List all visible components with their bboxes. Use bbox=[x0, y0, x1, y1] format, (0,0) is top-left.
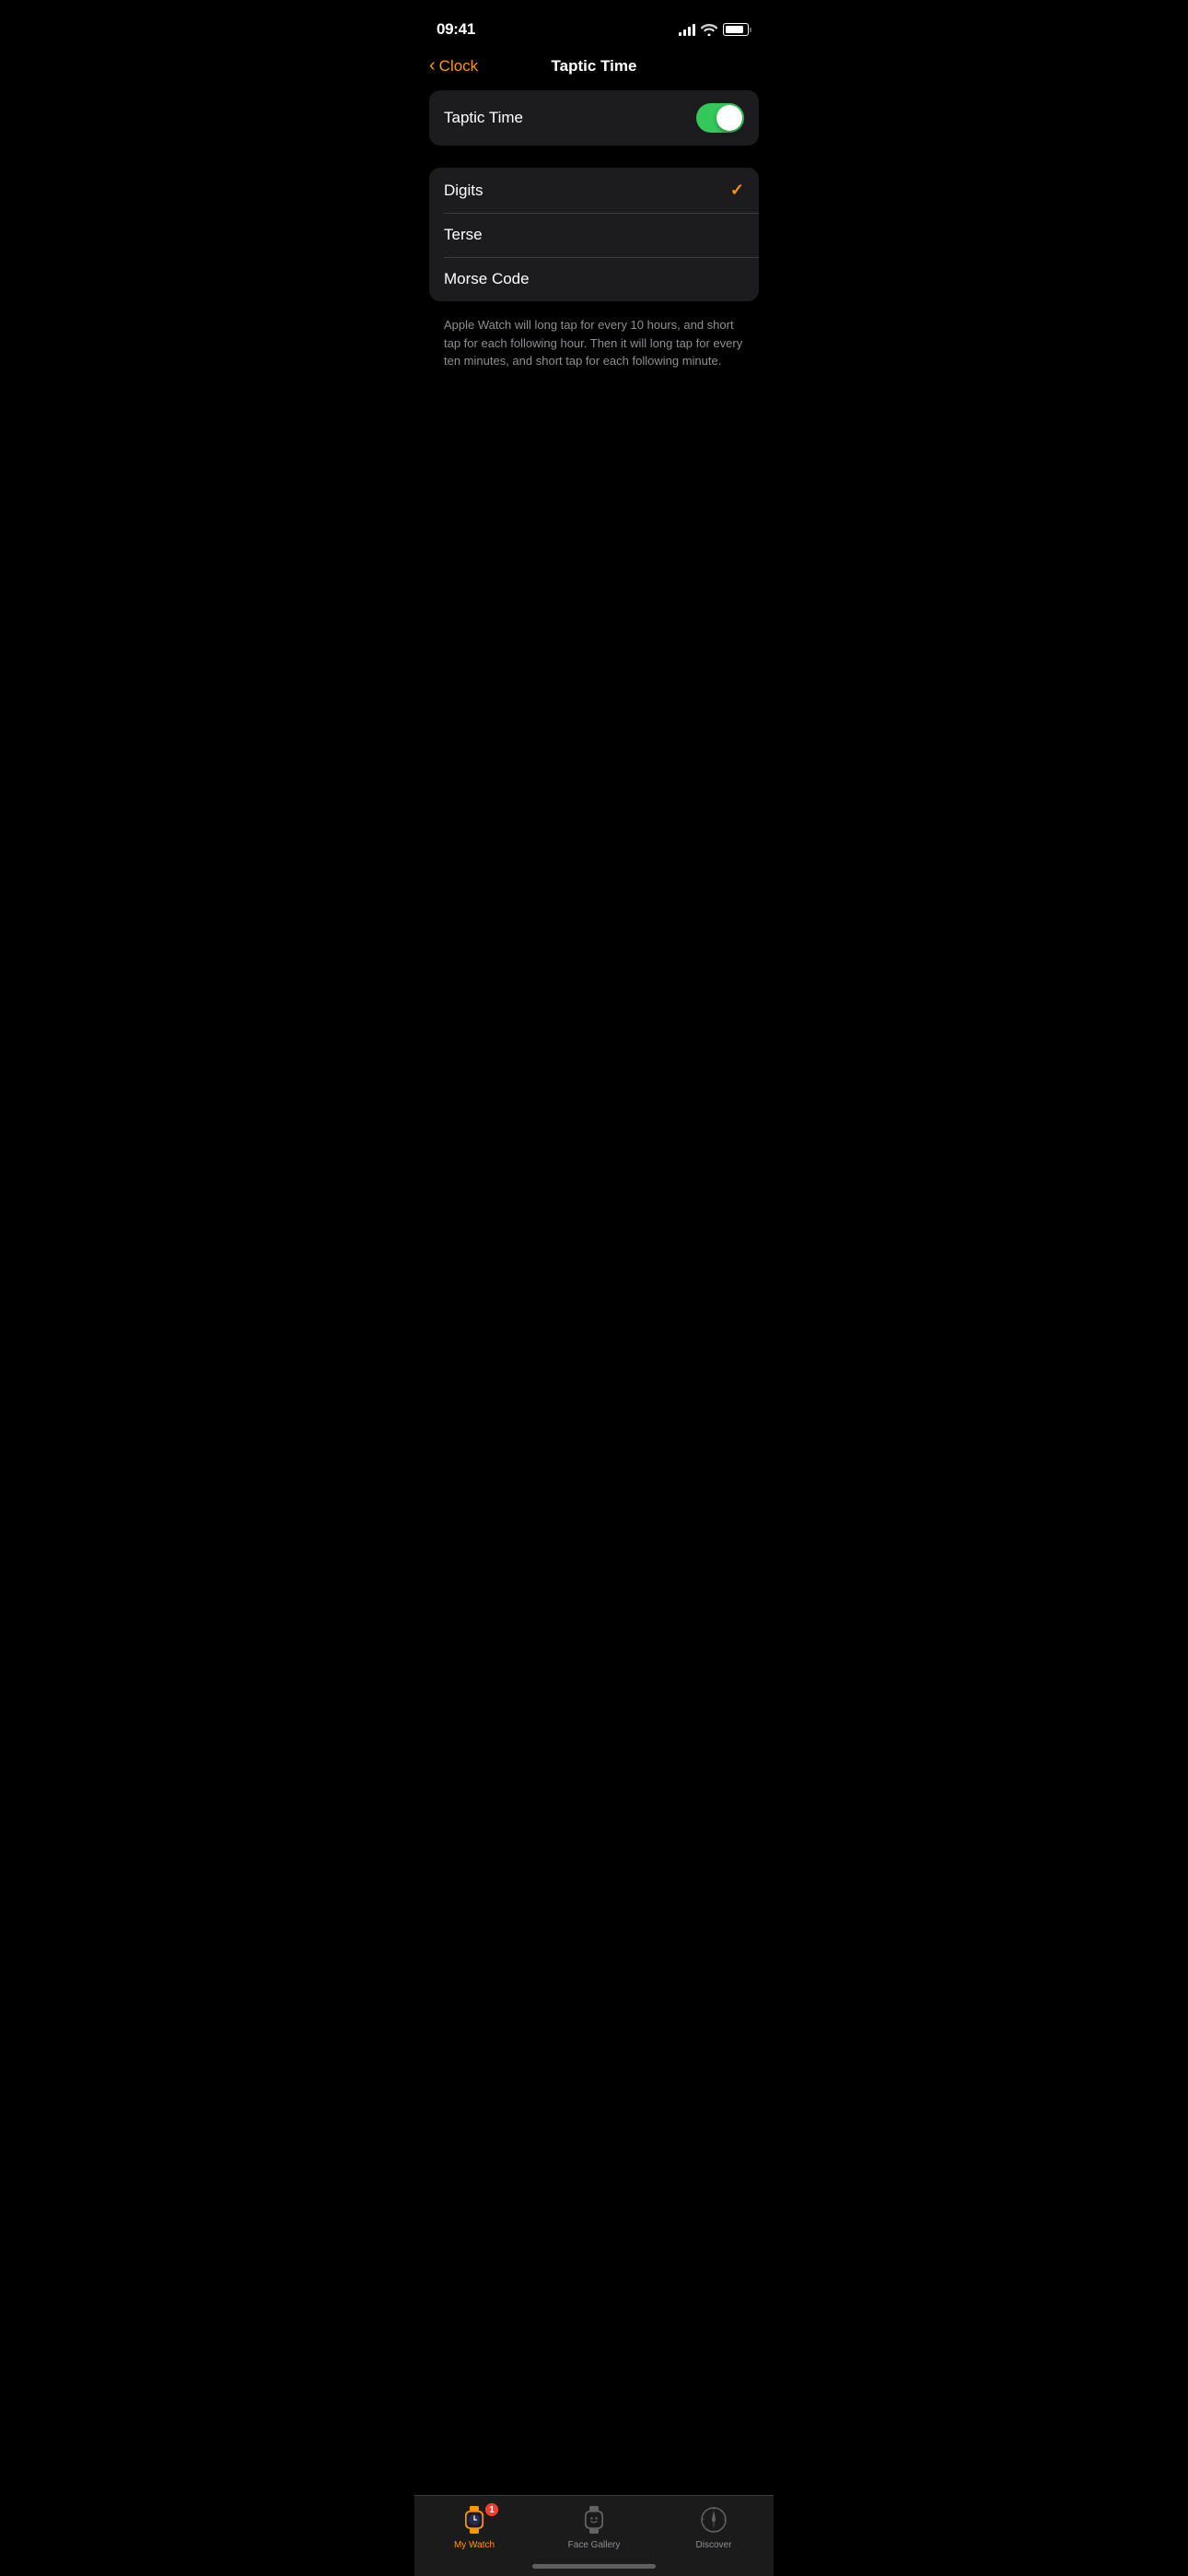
option-terse[interactable]: Terse bbox=[429, 213, 759, 257]
checkmark-icon: ✓ bbox=[730, 181, 744, 200]
toggle-section: Taptic Time bbox=[429, 90, 759, 146]
back-button[interactable]: ‹ Clock bbox=[429, 56, 478, 76]
page-title: Taptic Time bbox=[552, 57, 637, 76]
my-watch-icon-container: 1 bbox=[452, 2503, 496, 2536]
options-section: Digits ✓ Terse Morse Code bbox=[429, 168, 759, 301]
my-watch-badge: 1 bbox=[483, 2501, 500, 2518]
tab-face-gallery-label: Face Gallery bbox=[568, 2540, 621, 2550]
signal-icon bbox=[679, 23, 695, 36]
svg-text:E: E bbox=[723, 2518, 725, 2522]
nav-header: ‹ Clock Taptic Time bbox=[414, 46, 774, 90]
option-terse-label: Terse bbox=[444, 226, 483, 244]
wifi-icon bbox=[701, 23, 717, 36]
discover-icon: N S W E bbox=[701, 2507, 727, 2533]
status-icons bbox=[679, 23, 751, 36]
taptic-toggle-label: Taptic Time bbox=[444, 109, 523, 127]
face-gallery-icon-container bbox=[572, 2503, 616, 2536]
svg-text:W: W bbox=[702, 2518, 705, 2522]
tab-my-watch-label: My Watch bbox=[454, 2540, 495, 2550]
svg-text:N: N bbox=[713, 2507, 715, 2511]
taptic-toggle-switch[interactable] bbox=[696, 103, 744, 133]
svg-text:S: S bbox=[713, 2529, 715, 2533]
discover-icon-container: N S W E bbox=[692, 2503, 736, 2536]
tab-discover[interactable]: N S W E Discover bbox=[677, 2503, 751, 2550]
back-chevron-icon: ‹ bbox=[429, 55, 436, 76]
tab-my-watch[interactable]: 1 My Watch bbox=[437, 2503, 511, 2550]
tab-discover-label: Discover bbox=[696, 2540, 732, 2550]
description-text: Apple Watch will long tap for every 10 h… bbox=[429, 312, 759, 370]
main-content: Taptic Time Digits ✓ Terse Morse Code Ap… bbox=[414, 90, 774, 370]
toggle-knob bbox=[716, 105, 742, 131]
home-indicator bbox=[532, 2564, 656, 2569]
option-digits-label: Digits bbox=[444, 181, 483, 200]
back-label: Clock bbox=[439, 57, 479, 76]
option-morse-code-label: Morse Code bbox=[444, 270, 530, 288]
option-morse-code[interactable]: Morse Code bbox=[429, 257, 759, 301]
status-bar: 09:41 bbox=[414, 0, 774, 46]
taptic-toggle-row: Taptic Time bbox=[444, 90, 744, 146]
tab-face-gallery[interactable]: Face Gallery bbox=[557, 2503, 631, 2550]
battery-icon bbox=[723, 23, 751, 36]
option-digits[interactable]: Digits ✓ bbox=[429, 168, 759, 213]
face-gallery-icon bbox=[580, 2506, 608, 2534]
status-time: 09:41 bbox=[437, 20, 475, 39]
